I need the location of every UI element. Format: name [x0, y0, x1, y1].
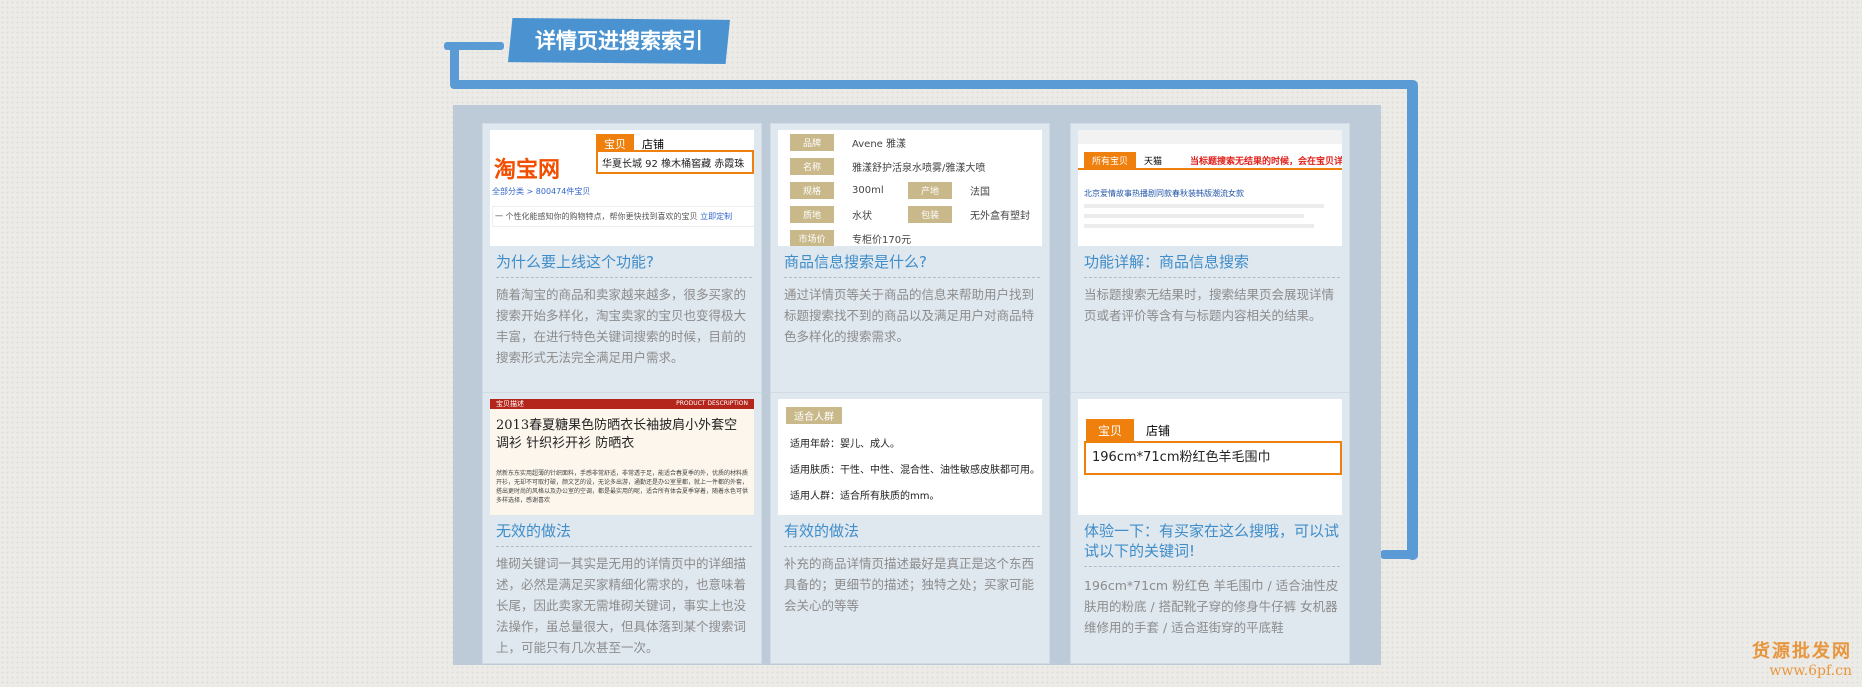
card-invalid: 宝贝描述 PRODUCT DESCRIPTION 2013春夏糖果色防晒衣长袖披…	[483, 393, 761, 663]
card-why: 淘宝网 宝贝 店铺 华夏长城 92 橡木桶窖藏 赤霞珠 全部分类 > 80047…	[483, 124, 761, 394]
search-input[interactable]: 196cm*71cm粉红色羊毛围巾	[1084, 441, 1342, 475]
attr-label: 产地	[908, 182, 952, 199]
search-result-preview: 所有宝贝 天猫 当标题搜索无结果的时候，会在宝贝详 北京爱情故事热播剧同款春秋装…	[1078, 130, 1342, 246]
attr-label: 品牌	[790, 134, 834, 151]
pipe-bottom	[1380, 550, 1418, 559]
attr-value: 雅漾舒护活泉水喷雾/雅漾大喷	[852, 163, 986, 174]
card-title: 无效的做法	[496, 521, 752, 547]
taobao-search-preview: 淘宝网 宝贝 店铺 华夏长城 92 橡木桶窖藏 赤霞珠 全部分类 > 80047…	[490, 130, 754, 246]
result-title[interactable]: 北京爱情故事热播剧同款春秋装韩版潮流女款	[1084, 188, 1244, 199]
attr-value: 法国	[970, 187, 990, 198]
tab-shops[interactable]: 店铺	[1134, 419, 1182, 442]
desc-bar-label: 宝贝描述	[496, 400, 524, 408]
card-body: 通过详情页等关于商品的信息来帮助用户找到标题搜索找不到的商品以及满足用户对商品特…	[784, 287, 1035, 344]
page-title: 详情页进搜索索引	[508, 18, 730, 64]
pipe-top	[450, 80, 1416, 89]
card-body: 196cm*71cm 粉红色 羊毛围巾 / 适合油性皮肤用的粉底 / 搭配靴子穿…	[1084, 578, 1339, 635]
attr-label: 规格	[790, 182, 834, 199]
attr-label: 名称	[790, 158, 834, 175]
card-title: 体验一下：有买家在这么搜哦，可以试试以下的关键词!	[1084, 521, 1340, 567]
card-body: 堆砌关键词一其实是无用的详情页中的详细描述，必然是满足买家精细化需求的，也意味着…	[496, 556, 747, 655]
attr-value: Avene 雅漾	[852, 139, 906, 150]
notice-link[interactable]: 立即定制	[700, 212, 732, 221]
search-input[interactable]: 华夏长城 92 橡木桶窖藏 赤霞珠	[596, 150, 754, 174]
search-query: 华夏长城 92 橡木桶窖藏 赤霞珠	[602, 159, 745, 170]
detail-line: 适用年龄：婴儿、成人。	[790, 439, 900, 450]
detail-line: 适用肤质：干性、中性、混合性、油性敏感皮肤都可用。	[790, 465, 1040, 476]
tab-items[interactable]: 宝贝	[1086, 419, 1135, 442]
attr-label: 市场价	[790, 230, 834, 246]
attr-value: 水状	[852, 211, 872, 222]
card-title: 有效的做法	[784, 521, 1040, 547]
attr-value: 300ml	[852, 185, 884, 196]
description-preview: 宝贝描述 PRODUCT DESCRIPTION 2013春夏糖果色防晒衣长袖披…	[490, 399, 754, 515]
card-valid: 适合人群 适用年龄：婴儿、成人。 适用肤质：干性、中性、混合性、油性敏感皮肤都可…	[771, 393, 1049, 663]
card-title: 为什么要上线这个功能?	[496, 252, 752, 278]
attr-value: 专柜价170元	[852, 235, 912, 246]
attr-label: 包装	[908, 206, 952, 223]
no-result-alert: 当标题搜索无结果的时候，会在宝贝详	[1190, 157, 1342, 167]
personalize-notice: 一 个性化能感知你的购物特点，帮你更快找到喜欢的宝贝 立即定制	[492, 206, 754, 227]
card-detail: 所有宝贝 天猫 当标题搜索无结果的时候，会在宝贝详 北京爱情故事热播剧同款春秋装…	[1071, 124, 1349, 394]
card-body: 当标题搜索无结果时，搜索结果页会展现详情页或者评价等含有与标题内容相关的结果。	[1084, 287, 1335, 323]
content-panel: 淘宝网 宝贝 店铺 华夏长城 92 橡木桶窖藏 赤霞珠 全部分类 > 80047…	[453, 105, 1381, 665]
watermark-url: www.6pf.cn	[1769, 663, 1852, 679]
tab-all-items[interactable]: 所有宝贝	[1084, 152, 1137, 169]
suitable-tag: 适合人群	[786, 407, 842, 424]
card-body: 补充的商品详情页描述最好是真正是这个东西具备的；更细节的描述；独特之处；买家可能…	[784, 556, 1035, 613]
suitable-people-preview: 适合人群 适用年龄：婴儿、成人。 适用肤质：干性、中性、混合性、油性敏感皮肤都可…	[778, 399, 1042, 515]
taobao-logo: 淘宝网	[494, 158, 561, 183]
card-try: 宝贝 店铺 196cm*71cm粉红色羊毛围巾 体验一下：有买家在这么搜哦，可以…	[1071, 393, 1349, 663]
card-what: 品牌 Avene 雅漾 名称 雅漾舒护活泉水喷雾/雅漾大喷 规格 300ml 产…	[771, 124, 1049, 394]
desc-bar-en: PRODUCT DESCRIPTION	[676, 400, 748, 407]
search-query: 196cm*71cm粉红色羊毛围巾	[1092, 450, 1271, 465]
watermark-name: 货源批发网	[1752, 641, 1852, 662]
try-search-preview: 宝贝 店铺 196cm*71cm粉红色羊毛围巾	[1078, 399, 1342, 515]
notice-text: 一 个性化能感知你的购物特点，帮你更快找到喜欢的宝贝	[495, 212, 698, 221]
card-title: 功能详解：商品信息搜索	[1084, 252, 1340, 278]
detail-line: 适用人群：适合所有肤质的mm。	[790, 491, 940, 502]
pipe-right	[1407, 80, 1418, 560]
breadcrumb: 全部分类 > 800474件宝贝	[492, 187, 591, 196]
card-body: 随着淘宝的商品和卖家越来越多，很多买家的搜索开始多样化，淘宝卖家的宝贝也变得极大…	[496, 287, 747, 365]
product-headline: 2013春夏糖果色防晒衣长袖披肩小外套空调衫 针织衫开衫 防晒衣	[496, 418, 738, 451]
attr-value: 无外盒有塑封	[970, 211, 1030, 222]
attr-label: 质地	[790, 206, 834, 223]
card-title: 商品信息搜索是什么?	[784, 252, 1040, 278]
site-watermark: 货源批发网 www.6pf.cn	[1752, 637, 1852, 679]
product-fine-print: 然新东东实用超薄的针织面料，手感非常舒适，非常透于足，能适合春夏季的外，优质的材…	[496, 470, 748, 504]
tab-tmall[interactable]: 天猫	[1136, 152, 1170, 169]
product-info-preview: 品牌 Avene 雅漾 名称 雅漾舒护活泉水喷雾/雅漾大喷 规格 300ml 产…	[778, 130, 1042, 246]
